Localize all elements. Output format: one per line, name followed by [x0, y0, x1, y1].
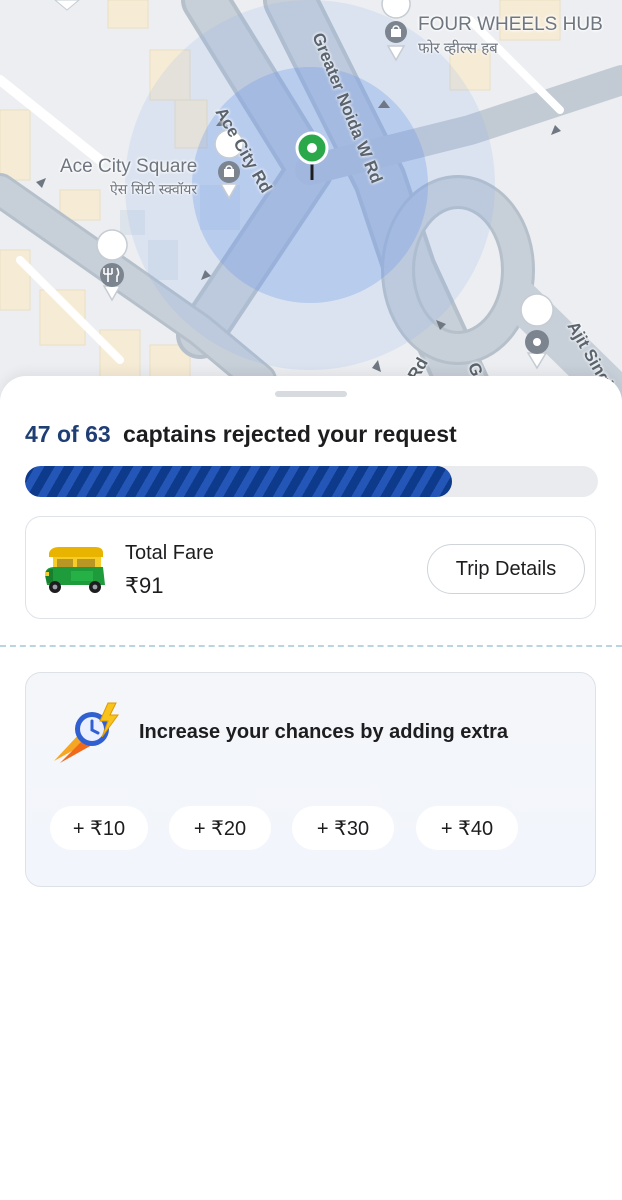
rejected-status-text: captains rejected your request: [123, 421, 457, 447]
add-10-button[interactable]: + ₹10: [50, 806, 148, 850]
search-progress-bar: [25, 466, 598, 497]
add-30-button[interactable]: + ₹30: [292, 806, 394, 850]
map-canvas: [0, 0, 622, 400]
map-label-four-wheels-hub-hindi: फोर व्हील्स हब: [418, 40, 498, 57]
section-divider: [0, 645, 622, 647]
add-20-button[interactable]: + ₹20: [169, 806, 271, 850]
fast-clock-icon: [54, 702, 119, 763]
add-40-button[interactable]: + ₹40: [416, 806, 518, 850]
rejected-count: 47 of 63: [25, 421, 111, 447]
map-view[interactable]: FOUR WHEELS HUB फोर व्हील्स हब Ace City …: [0, 0, 622, 400]
trip-details-button[interactable]: Trip Details: [427, 544, 585, 594]
boost-title: Increase your chances by adding extra: [139, 721, 509, 743]
total-fare-label: Total Fare: [125, 542, 214, 564]
fare-card: Total Fare ₹91 Trip Details: [25, 516, 596, 619]
map-label-ace-city-square: Ace City Square: [60, 156, 198, 177]
search-progress-fill: [25, 466, 453, 497]
boost-fare-card: Increase your chances by adding extra + …: [25, 672, 596, 887]
map-label-four-wheels-hub: FOUR WHEELS HUB: [418, 14, 603, 35]
map-label-ace-city-square-hindi: ऐस सिटी स्क्वॉयर: [110, 181, 198, 197]
ride-request-sheet: 47 of 63 captains rejected your request …: [0, 376, 622, 1200]
auto-rickshaw-icon: [45, 547, 105, 593]
sheet-drag-handle[interactable]: [275, 391, 347, 397]
total-fare-amount: ₹91: [125, 573, 164, 598]
request-status: 47 of 63 captains rejected your request: [25, 421, 457, 448]
